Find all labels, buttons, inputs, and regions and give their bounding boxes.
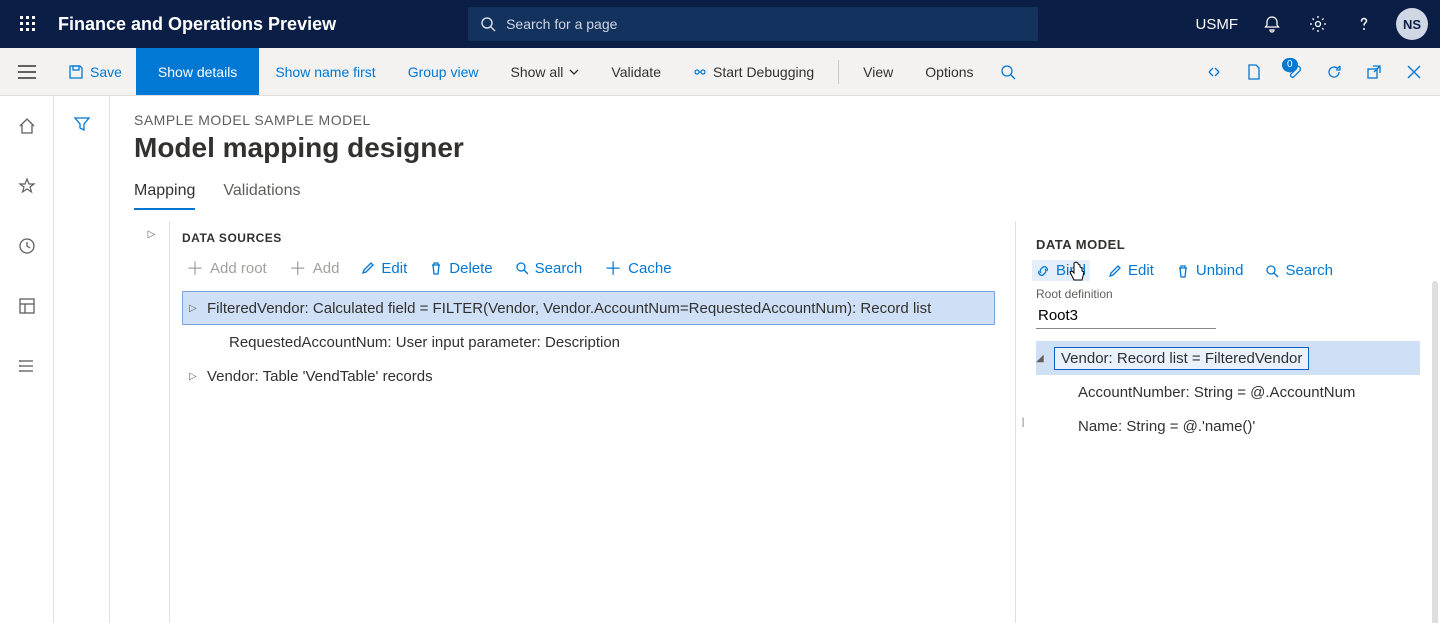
chevron-down-icon xyxy=(569,69,579,75)
home-icon[interactable] xyxy=(7,106,47,146)
data-sources-tree: ▷ FilteredVendor: Calculated field = FIL… xyxy=(182,291,995,393)
tree-node[interactable]: ▷ FilteredVendor: Calculated field = FIL… xyxy=(182,291,995,325)
search-icon xyxy=(480,16,496,32)
recent-icon[interactable] xyxy=(7,226,47,266)
unbind-button[interactable]: Unbind xyxy=(1176,262,1244,279)
data-model-tree: ◢ Vendor: Record list = FilteredVendor A… xyxy=(1036,341,1420,443)
data-model-panel: DATA MODEL Bind Edit Unbind Search Root … xyxy=(1028,221,1440,623)
refresh-icon[interactable] xyxy=(1316,54,1352,90)
validate-button[interactable]: Validate xyxy=(595,48,677,95)
legal-entity-picker[interactable]: USMF xyxy=(1188,16,1247,33)
view-button[interactable]: View xyxy=(847,48,909,95)
popout-icon[interactable] xyxy=(1356,54,1392,90)
modules-icon[interactable] xyxy=(7,346,47,386)
add-root-button[interactable]: ＋Add root xyxy=(186,255,267,281)
tree-node[interactable]: ▷ Vendor: Table 'VendTable' records xyxy=(182,359,995,393)
chevron-right-icon[interactable]: ▷ xyxy=(189,371,207,382)
edit-button[interactable]: Edit xyxy=(1108,262,1154,279)
search-icon xyxy=(1265,264,1279,278)
filter-icon[interactable] xyxy=(64,106,100,142)
trash-icon xyxy=(1176,264,1190,278)
app-title: Finance and Operations Preview xyxy=(48,14,348,35)
chevron-right-icon[interactable]: ▷ xyxy=(189,303,207,314)
add-button[interactable]: ＋Add xyxy=(289,255,340,281)
search-button[interactable]: Search xyxy=(1265,262,1333,279)
delete-button[interactable]: Delete xyxy=(429,260,492,277)
breadcrumb: SAMPLE MODEL SAMPLE MODEL xyxy=(134,112,1440,128)
page-title: Model mapping designer xyxy=(134,132,1440,164)
help-icon[interactable] xyxy=(1344,4,1384,44)
filter-column xyxy=(54,96,110,623)
splitter[interactable]: || xyxy=(1016,221,1028,623)
tab-validations[interactable]: Validations xyxy=(223,182,300,210)
cache-button[interactable]: ＋Cache xyxy=(604,255,671,281)
pencil-icon xyxy=(361,261,375,275)
show-name-first-button[interactable]: Show name first xyxy=(259,48,391,95)
save-button[interactable]: Save xyxy=(54,48,136,95)
user-avatar[interactable]: NS xyxy=(1396,8,1428,40)
tree-node[interactable]: Name: String = @.'name()' xyxy=(1036,409,1420,443)
scrollbar[interactable] xyxy=(1432,281,1438,623)
data-sources-panel: ▷ DATA SOURCES ＋Add root ＋Add Edit Delet… xyxy=(134,221,1016,623)
app-header: Finance and Operations Preview Search fo… xyxy=(0,0,1440,48)
tree-node[interactable]: ◢ Vendor: Record list = FilteredVendor xyxy=(1036,341,1420,375)
tree-node[interactable]: AccountNumber: String = @.AccountNum xyxy=(1036,375,1420,409)
close-icon[interactable] xyxy=(1396,54,1432,90)
tabs: Mapping Validations xyxy=(134,182,1440,211)
tree-node[interactable]: RequestedAccountNum: User input paramete… xyxy=(182,325,995,359)
workspaces-icon[interactable] xyxy=(7,286,47,326)
pencil-icon xyxy=(1108,264,1122,278)
notifications-icon[interactable] xyxy=(1252,4,1292,44)
document-icon[interactable] xyxy=(1236,54,1272,90)
options-button[interactable]: Options xyxy=(909,48,989,95)
save-icon xyxy=(68,64,84,80)
nav-toggle-icon[interactable] xyxy=(0,48,54,95)
tab-mapping[interactable]: Mapping xyxy=(134,182,195,210)
connector-icon[interactable] xyxy=(1196,54,1232,90)
search-placeholder: Search for a page xyxy=(506,16,617,32)
edit-button[interactable]: Edit xyxy=(361,260,407,277)
show-details-button[interactable]: Show details xyxy=(136,48,259,95)
divider xyxy=(838,60,839,84)
start-debugging-button[interactable]: Start Debugging xyxy=(677,48,830,95)
root-definition-label: Root definition xyxy=(1036,287,1420,301)
favorites-icon[interactable] xyxy=(7,166,47,206)
nav-rail xyxy=(0,96,54,623)
action-toolbar: Save Show details Show name first Group … xyxy=(0,48,1440,96)
waffle-icon[interactable] xyxy=(8,16,48,32)
group-view-button[interactable]: Group view xyxy=(392,48,495,95)
attachments-icon[interactable]: 0 xyxy=(1276,54,1312,90)
show-all-dropdown[interactable]: Show all xyxy=(495,48,596,95)
data-model-heading: DATA MODEL xyxy=(1036,237,1420,252)
global-search-input[interactable]: Search for a page xyxy=(468,7,1038,41)
trash-icon xyxy=(429,261,443,275)
link-icon xyxy=(1036,264,1050,278)
panel-collapse-left[interactable]: ▷ xyxy=(134,221,170,623)
bind-button[interactable]: Bind xyxy=(1032,260,1090,281)
root-definition-input[interactable] xyxy=(1036,303,1216,329)
settings-icon[interactable] xyxy=(1298,4,1338,44)
chevron-down-icon[interactable]: ◢ xyxy=(1036,353,1054,364)
toolbar-search-icon[interactable] xyxy=(990,54,1026,90)
search-button[interactable]: Search xyxy=(515,260,583,277)
search-icon xyxy=(515,261,529,275)
debug-icon xyxy=(693,65,707,79)
attachments-badge: 0 xyxy=(1282,58,1298,72)
data-sources-heading: DATA SOURCES xyxy=(182,231,995,245)
